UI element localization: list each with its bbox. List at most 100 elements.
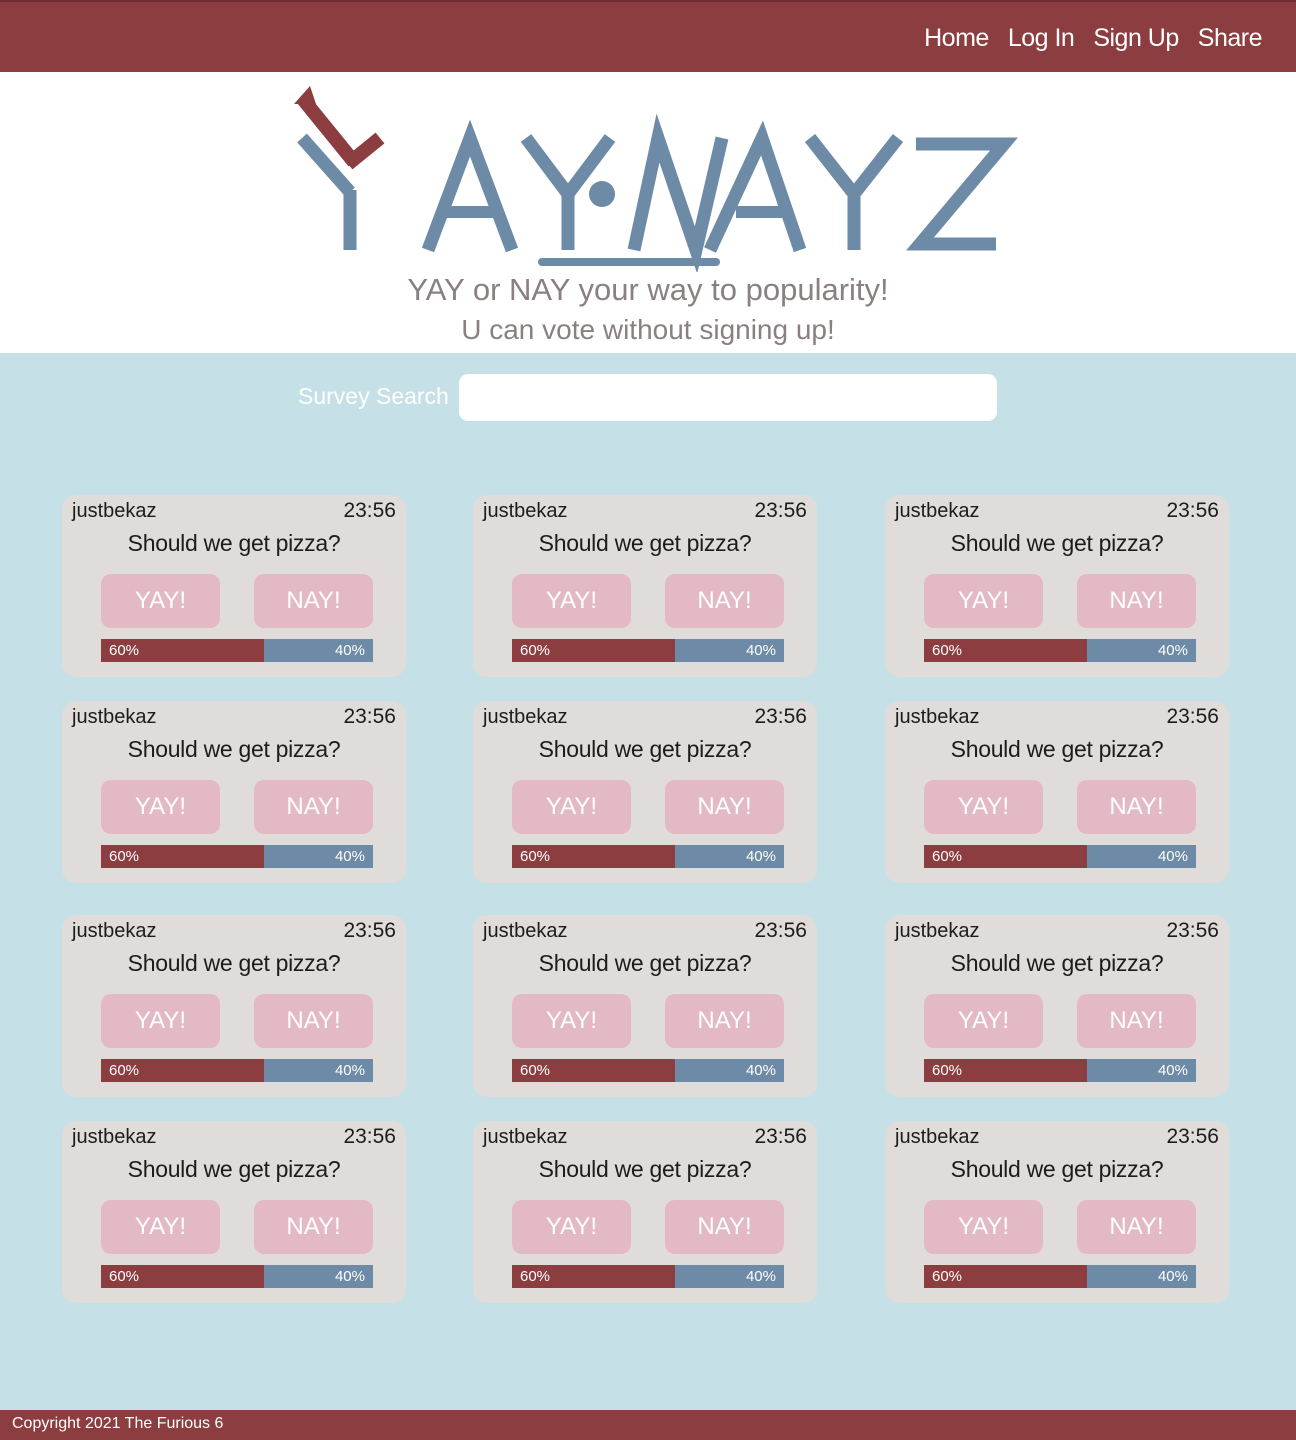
survey-card: justbekaz 23:56 Should we get pizza? YAY! NA… bbox=[885, 1121, 1229, 1303]
vote-result-bar: 60% 40% bbox=[924, 1265, 1196, 1288]
nay-result-fill: 40% bbox=[264, 639, 373, 662]
yay-button[interactable]: YAY! bbox=[512, 1200, 631, 1254]
survey-question: Should we get pizza? bbox=[950, 530, 1164, 556]
nay-button[interactable]: NAY! bbox=[1077, 1200, 1196, 1254]
yay-button[interactable]: YAY! bbox=[101, 780, 220, 834]
survey-timestamp: 23:56 bbox=[343, 705, 396, 728]
survey-timestamp: 23:56 bbox=[754, 499, 807, 522]
yay-button[interactable]: YAY! bbox=[101, 1200, 220, 1254]
survey-question: Should we get pizza? bbox=[127, 950, 341, 976]
vote-result-bar: 60% 40% bbox=[512, 1265, 784, 1288]
yay-result-fill: 60% bbox=[101, 845, 265, 868]
survey-question: Should we get pizza? bbox=[538, 530, 752, 556]
vote-result-bar: 60% 40% bbox=[924, 845, 1196, 868]
nay-button[interactable]: NAY! bbox=[665, 780, 784, 834]
survey-question: Should we get pizza? bbox=[538, 1156, 752, 1182]
yay-button[interactable]: YAY! bbox=[512, 780, 631, 834]
survey-timestamp: 23:56 bbox=[343, 1125, 396, 1148]
nay-result-fill: 40% bbox=[1087, 1265, 1196, 1288]
nay-button[interactable]: NAY! bbox=[254, 1200, 373, 1254]
yay-result-fill: 60% bbox=[512, 1265, 676, 1288]
vote-result-bar: 60% 40% bbox=[512, 639, 784, 662]
survey-search-input[interactable] bbox=[459, 374, 997, 421]
survey-timestamp: 23:56 bbox=[754, 705, 807, 728]
nay-result-fill: 40% bbox=[264, 1265, 373, 1288]
yay-button[interactable]: YAY! bbox=[512, 994, 631, 1048]
nay-button[interactable]: NAY! bbox=[1077, 780, 1196, 834]
hero-section: YAY or NAY your way to popularity! U can… bbox=[0, 72, 1296, 353]
nay-button[interactable]: NAY! bbox=[665, 574, 784, 628]
survey-card: justbekaz 23:56 Should we get pizza? YAY! NA… bbox=[885, 495, 1229, 677]
yay-result-fill: 60% bbox=[924, 1059, 1088, 1082]
survey-timestamp: 23:56 bbox=[343, 919, 396, 942]
copyright-text: Copyright 2021 The Furious 6 bbox=[12, 1415, 224, 1432]
survey-question: Should we get pizza? bbox=[538, 950, 752, 976]
footer: Copyright 2021 The Furious 6 bbox=[0, 1410, 1296, 1440]
survey-question: Should we get pizza? bbox=[950, 950, 1164, 976]
nav-signup-link[interactable]: Sign Up bbox=[1093, 24, 1179, 53]
yay-result-fill: 60% bbox=[924, 845, 1088, 868]
nay-result-fill: 40% bbox=[675, 639, 784, 662]
yay-button[interactable]: YAY! bbox=[924, 1200, 1043, 1254]
vote-result-bar: 60% 40% bbox=[924, 1059, 1196, 1082]
nay-result-fill: 40% bbox=[675, 1059, 784, 1082]
survey-card: justbekaz 23:56 Should we get pizza? YAY! NA… bbox=[885, 701, 1229, 883]
survey-timestamp: 23:56 bbox=[1166, 705, 1219, 728]
survey-question: Should we get pizza? bbox=[950, 1156, 1164, 1182]
survey-card: justbekaz 23:56 Should we get pizza? YAY! NA… bbox=[473, 701, 817, 883]
yay-result-fill: 60% bbox=[924, 1265, 1088, 1288]
survey-card: justbekaz 23:56 Should we get pizza? YAY! NA… bbox=[62, 495, 406, 677]
survey-author: justbekaz bbox=[72, 706, 157, 728]
nay-button[interactable]: NAY! bbox=[254, 994, 373, 1048]
nay-button[interactable]: NAY! bbox=[254, 574, 373, 628]
yaynayz-logo bbox=[294, 86, 1018, 272]
survey-author: justbekaz bbox=[895, 1126, 980, 1148]
yay-result-fill: 60% bbox=[101, 1265, 265, 1288]
nav-share-link[interactable]: Share bbox=[1198, 24, 1263, 53]
nay-result-fill: 40% bbox=[264, 1059, 373, 1082]
nav-home-link[interactable]: Home bbox=[924, 24, 989, 53]
nay-button[interactable]: NAY! bbox=[1077, 994, 1196, 1048]
survey-question: Should we get pizza? bbox=[127, 1156, 341, 1182]
survey-timestamp: 23:56 bbox=[754, 919, 807, 942]
survey-author: justbekaz bbox=[483, 1126, 568, 1148]
yay-button[interactable]: YAY! bbox=[512, 574, 631, 628]
nay-result-fill: 40% bbox=[1087, 845, 1196, 868]
nay-result-fill: 40% bbox=[1087, 639, 1196, 662]
nay-result-fill: 40% bbox=[1087, 1059, 1196, 1082]
survey-author: justbekaz bbox=[483, 706, 568, 728]
nay-result-fill: 40% bbox=[264, 845, 373, 868]
nav-links: Home Log In Sign Up Share bbox=[924, 24, 1262, 53]
nay-result-fill: 40% bbox=[675, 1265, 784, 1288]
nay-button[interactable]: NAY! bbox=[254, 780, 373, 834]
vote-result-bar: 60% 40% bbox=[101, 639, 373, 662]
survey-author: justbekaz bbox=[483, 920, 568, 942]
survey-question: Should we get pizza? bbox=[127, 530, 341, 556]
survey-card: justbekaz 23:56 Should we get pizza? YAY! NA… bbox=[885, 915, 1229, 1097]
vote-result-bar: 60% 40% bbox=[512, 845, 784, 868]
yay-result-fill: 60% bbox=[512, 1059, 676, 1082]
yay-button[interactable]: YAY! bbox=[101, 994, 220, 1048]
vote-result-bar: 60% 40% bbox=[924, 639, 1196, 662]
tagline: YAY or NAY your way to popularity! bbox=[407, 272, 889, 307]
survey-author: justbekaz bbox=[895, 920, 980, 942]
survey-question: Should we get pizza? bbox=[538, 736, 752, 762]
nav-login-link[interactable]: Log In bbox=[1008, 24, 1075, 53]
survey-author: justbekaz bbox=[72, 1126, 157, 1148]
survey-card: justbekaz 23:56 Should we get pizza? YAY! NA… bbox=[473, 1121, 817, 1303]
yay-button[interactable]: YAY! bbox=[924, 574, 1043, 628]
yay-button[interactable]: YAY! bbox=[924, 780, 1043, 834]
vote-result-bar: 60% 40% bbox=[101, 845, 373, 868]
nay-button[interactable]: NAY! bbox=[1077, 574, 1196, 628]
vote-result-bar: 60% 40% bbox=[101, 1265, 373, 1288]
yay-result-fill: 60% bbox=[924, 639, 1088, 662]
nay-button[interactable]: NAY! bbox=[665, 1200, 784, 1254]
survey-area: Survey Search justbekaz 23:56 Should we ge… bbox=[0, 353, 1296, 1410]
yay-result-fill: 60% bbox=[512, 845, 676, 868]
survey-timestamp: 23:56 bbox=[754, 1125, 807, 1148]
yay-button[interactable]: YAY! bbox=[101, 574, 220, 628]
survey-timestamp: 23:56 bbox=[1166, 499, 1219, 522]
survey-card: justbekaz 23:56 Should we get pizza? YAY! NA… bbox=[473, 915, 817, 1097]
yay-button[interactable]: YAY! bbox=[924, 994, 1043, 1048]
nay-button[interactable]: NAY! bbox=[665, 994, 784, 1048]
